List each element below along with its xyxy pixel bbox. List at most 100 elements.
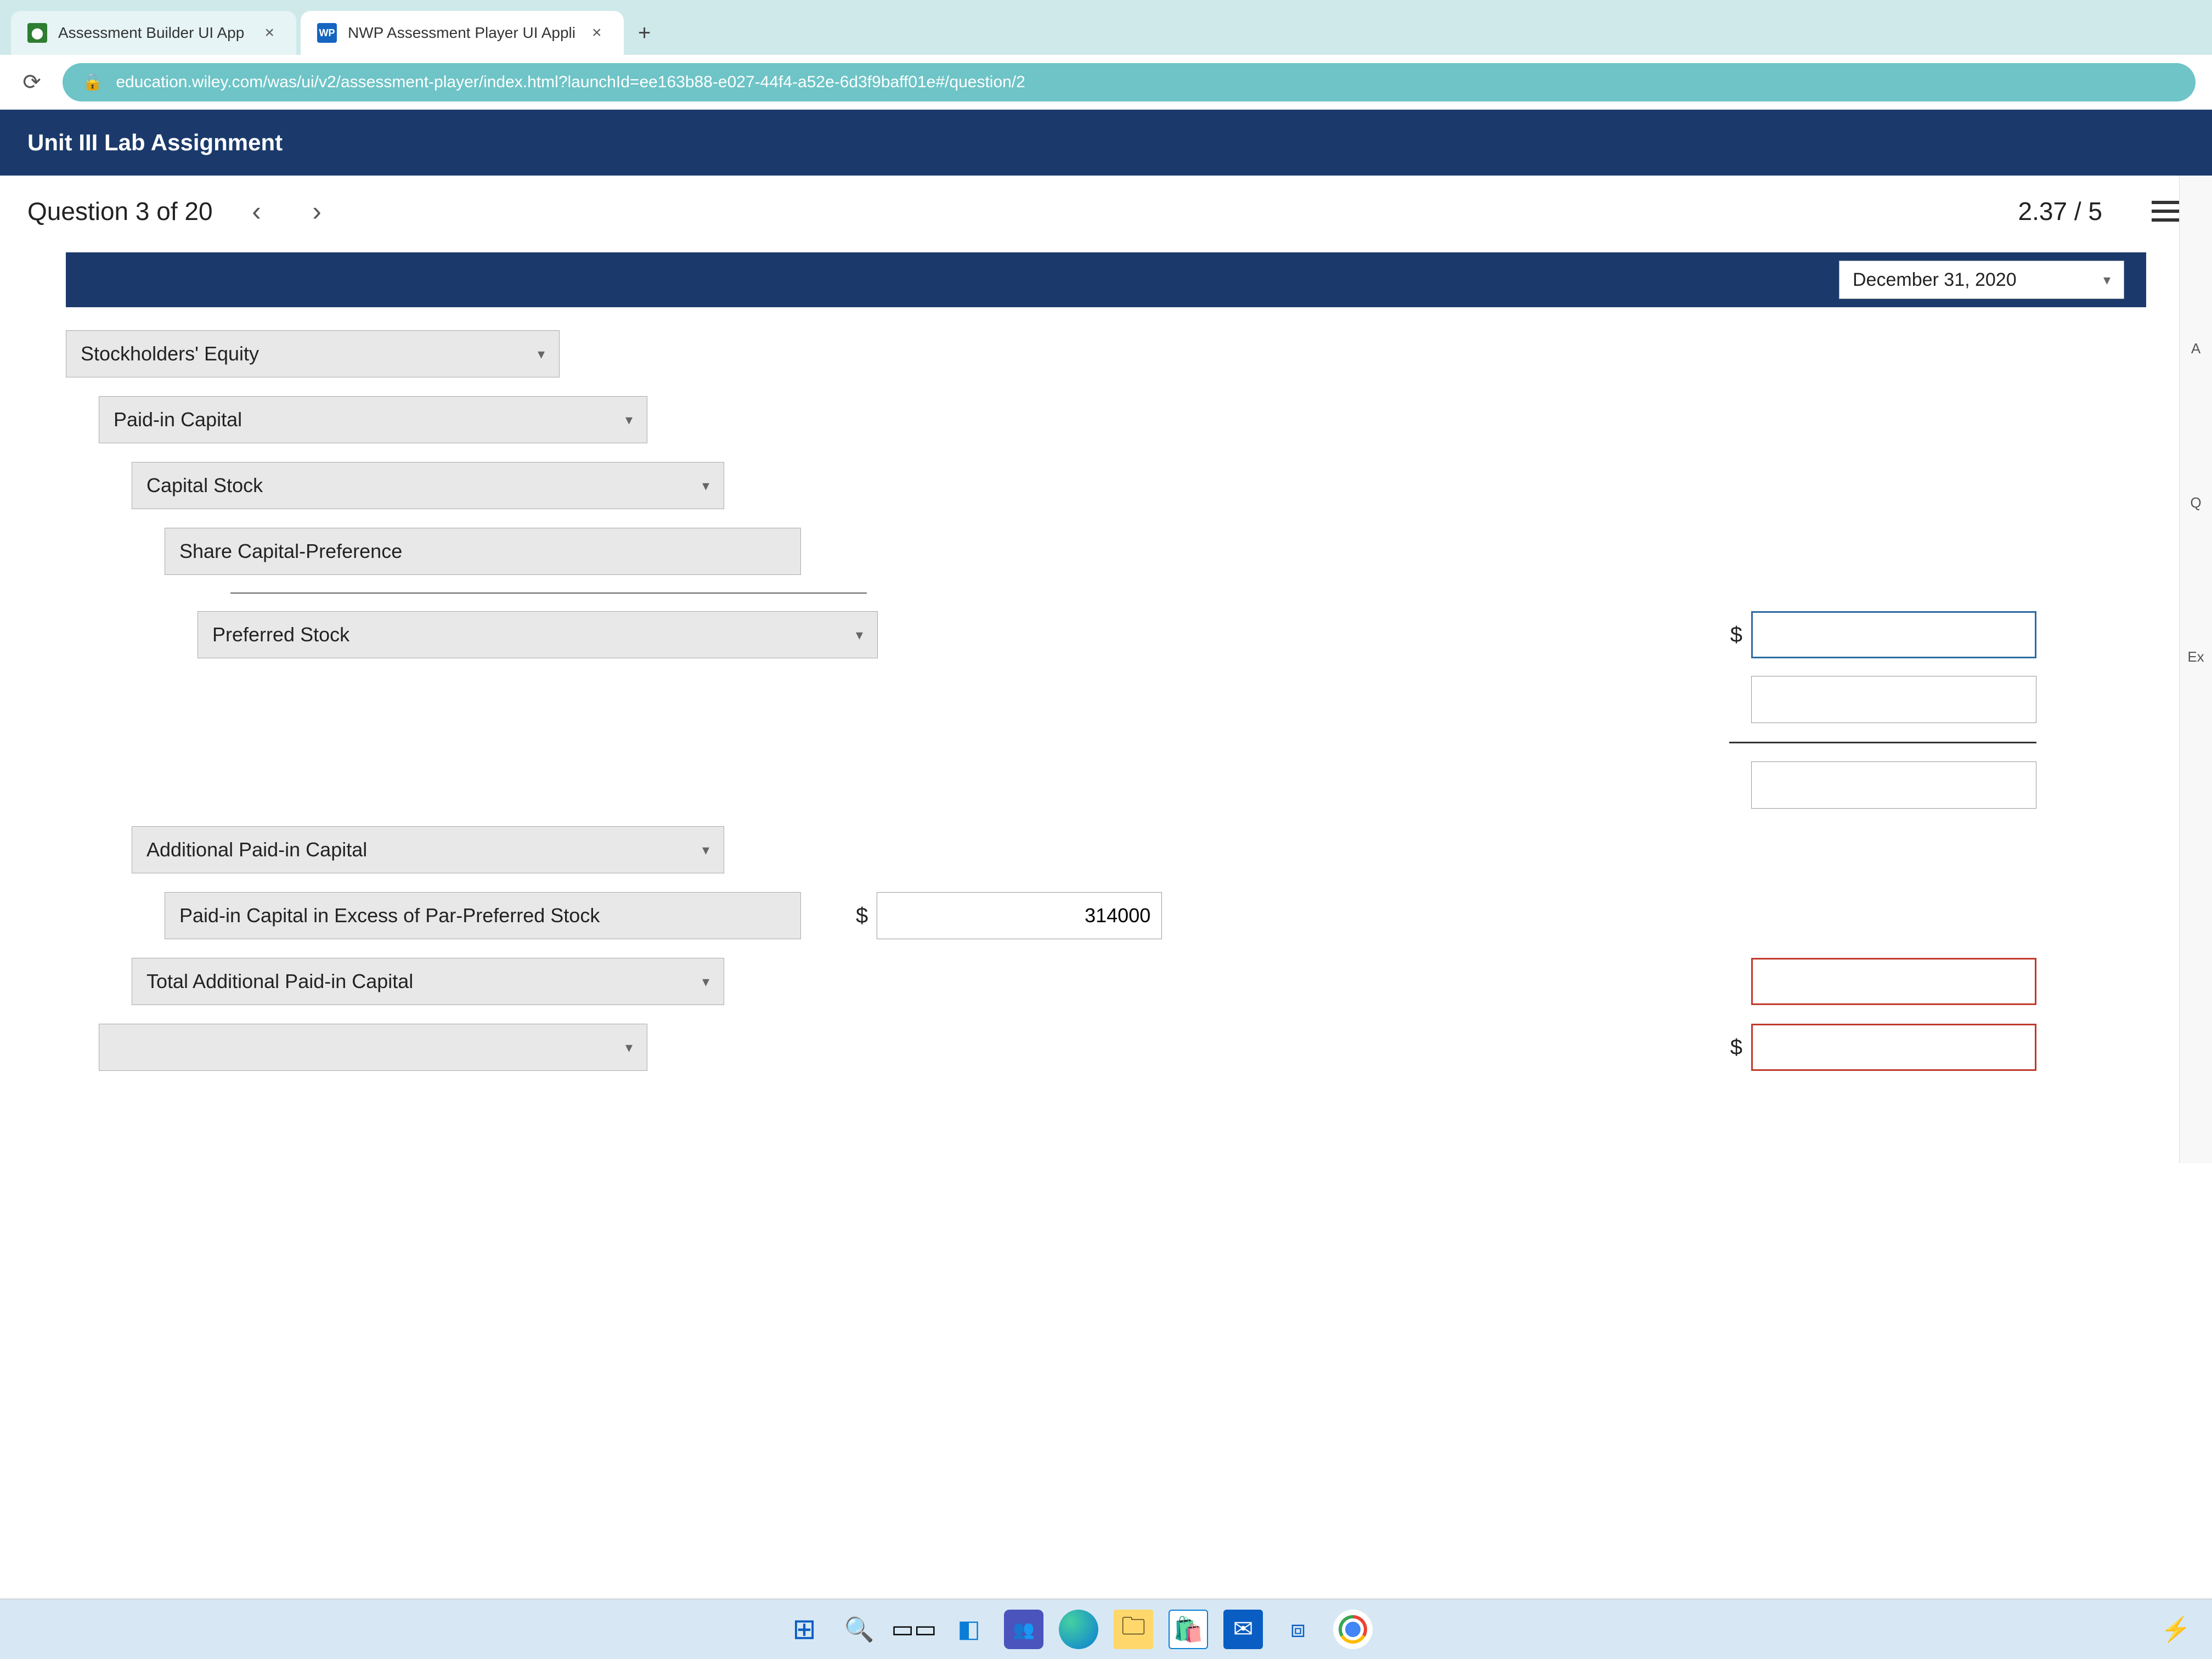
date-select[interactable]: December 31, 2020 ▾: [1839, 261, 2124, 299]
account-select[interactable]: ▾: [99, 1024, 647, 1071]
row-share-capital-preference: Share Capital-Preference ▾: [66, 527, 2146, 576]
account-select[interactable]: Share Capital-Preference ▾: [165, 528, 801, 575]
date-value: December 31, 2020: [1853, 269, 2017, 291]
url-input[interactable]: 🔒 education.wiley.com/was/ui/v2/assessme…: [63, 63, 2196, 101]
next-question-button[interactable]: ›: [301, 195, 334, 228]
amount-input-excess-par[interactable]: [877, 892, 1162, 939]
teams-button[interactable]: 👥: [1004, 1610, 1043, 1649]
chevron-left-icon: ‹: [252, 195, 261, 227]
bolt-icon: ⚡: [2161, 1615, 2191, 1644]
account-select[interactable]: Stockholders' Equity ▾: [66, 330, 560, 377]
close-icon[interactable]: ×: [586, 21, 607, 44]
amount-group: $: [1730, 611, 2036, 658]
widgets-icon: ◧: [957, 1615, 980, 1643]
dollar-sign: $: [1730, 1035, 1742, 1060]
question-bar: Question 3 of 20 ‹ › 2.37 / 5: [0, 176, 2212, 247]
account-select[interactable]: Paid-in Capital ▾: [99, 396, 647, 443]
dollar-sign: $: [1730, 623, 1742, 647]
amount-group: $: [1730, 1024, 2036, 1071]
account-label: Stockholders' Equity: [81, 342, 259, 365]
row-paid-in-excess-par: Paid-in Capital in Excess of Par-Preferr…: [66, 891, 2146, 940]
folder-icon: 🗀: [1121, 1609, 1146, 1650]
account-select[interactable]: Total Additional Paid-in Capital ▾: [132, 958, 724, 1005]
chrome-button[interactable]: [1333, 1610, 1373, 1649]
amount-group: [1751, 958, 2036, 1005]
start-button[interactable]: ⊞: [785, 1610, 824, 1649]
row-capital-stock: Capital Stock ▾: [66, 461, 2146, 510]
account-select[interactable]: Preferred Stock ▾: [198, 611, 878, 658]
dropbox-button[interactable]: ⧈: [1278, 1610, 1318, 1649]
chevron-down-icon: ▾: [702, 842, 709, 859]
row-total-additional-paid-in: Total Additional Paid-in Capital ▾: [66, 957, 2146, 1006]
search-icon: 🔍: [844, 1615, 874, 1644]
chevron-down-icon: ▾: [625, 411, 633, 428]
lock-icon: 🔒: [82, 72, 103, 92]
amount-input-preferred-stock[interactable]: [1751, 611, 2036, 658]
account-select[interactable]: Additional Paid-in Capital ▾: [132, 826, 724, 873]
tab-label: NWP Assessment Player UI Appli: [348, 24, 575, 42]
row-additional-paid-in-capital: Additional Paid-in Capital ▾: [66, 825, 2146, 874]
amount-input-subtotal-2[interactable]: [1751, 761, 2036, 809]
worksheet-rows: Stockholders' Equity ▾ Paid-in Capital ▾…: [66, 329, 2146, 1072]
account-select[interactable]: Paid-in Capital in Excess of Par-Preferr…: [165, 892, 801, 939]
reload-button[interactable]: ⟳: [16, 67, 47, 98]
dropbox-icon: ⧈: [1290, 1616, 1306, 1643]
new-tab-button[interactable]: +: [628, 16, 661, 49]
account-label: Paid-in Capital in Excess of Par-Preferr…: [179, 904, 600, 927]
account-select[interactable]: Capital Stock ▾: [132, 462, 724, 509]
account-label: Share Capital-Preference: [179, 540, 402, 563]
tray-item[interactable]: ⚡: [2156, 1610, 2196, 1649]
chevron-down-icon: ▾: [856, 627, 863, 644]
amount-input-subtotal[interactable]: [1751, 676, 2036, 723]
chevron-right-icon: ›: [312, 195, 321, 227]
account-label: Paid-in Capital: [114, 408, 242, 431]
tab-assessment-builder[interactable]: ⬤ Assessment Builder UI App ×: [11, 11, 296, 55]
task-view-icon: ▭▭: [891, 1615, 936, 1643]
chevron-down-icon: ▾: [625, 1039, 633, 1056]
amount-group: [1751, 761, 2036, 809]
chevron-down-icon: ▾: [2103, 272, 2111, 289]
favicon-builder-icon: ⬤: [27, 23, 47, 43]
favicon-player-icon: WP: [317, 23, 337, 43]
teams-icon: 👥: [1013, 1619, 1035, 1640]
edge-button[interactable]: [1059, 1610, 1098, 1649]
widgets-button[interactable]: ◧: [949, 1610, 989, 1649]
total-line-row: [66, 740, 2146, 745]
plus-icon: +: [638, 21, 651, 46]
tab-label: Assessment Builder UI App: [58, 24, 244, 42]
store-button[interactable]: 🛍️: [1169, 1610, 1208, 1649]
row-stockholders-equity: Stockholders' Equity ▾: [66, 329, 2146, 379]
account-label: Preferred Stock: [212, 623, 349, 646]
account-label: Capital Stock: [146, 474, 263, 497]
file-explorer-button[interactable]: 🗀: [1114, 1610, 1153, 1649]
amount-input-total[interactable]: [1751, 1024, 2036, 1071]
amount-group: $: [856, 892, 1162, 939]
subtotal-row-2: [66, 761, 2146, 809]
amount-input-total-additional[interactable]: [1751, 958, 2036, 1005]
task-view-button[interactable]: ▭▭: [894, 1610, 934, 1649]
worksheet: December 31, 2020 ▾ Stockholders' Equity…: [0, 247, 2212, 1599]
account-label: Total Additional Paid-in Capital: [146, 970, 413, 993]
taskbar-center: ⊞ 🔍 ▭▭ ◧ 👥 🗀 🛍️ ✉: [785, 1610, 1373, 1649]
close-icon[interactable]: ×: [259, 21, 280, 44]
subtotal-row: [66, 676, 2146, 723]
account-label: Additional Paid-in Capital: [146, 838, 367, 861]
tab-strip: ⬤ Assessment Builder UI App × WP NWP Ass…: [0, 0, 2212, 55]
question-score: 2.37 / 5: [2018, 196, 2102, 226]
prev-question-button[interactable]: ‹: [240, 195, 273, 228]
reload-icon: ⟳: [22, 70, 41, 95]
address-bar: ⟳ 🔒 education.wiley.com/was/ui/v2/assess…: [0, 55, 2212, 110]
search-button[interactable]: 🔍: [839, 1610, 879, 1649]
tab-assessment-player[interactable]: WP NWP Assessment Player UI Appli ×: [301, 11, 624, 55]
assignment-header: Unit III Lab Assignment: [0, 110, 2212, 176]
chevron-down-icon: ▾: [702, 477, 709, 494]
divider: [230, 592, 867, 594]
url-text: education.wiley.com/was/ui/v2/assessment…: [116, 73, 1025, 92]
right-panel-sliver: A Q Ex: [2179, 176, 2212, 1163]
underline: [1729, 742, 2036, 743]
chevron-down-icon: ▾: [538, 346, 545, 363]
row-paid-in-capital: Paid-in Capital ▾: [66, 395, 2146, 444]
mail-button[interactable]: ✉: [1223, 1610, 1263, 1649]
dollar-sign: $: [856, 904, 868, 928]
sliver-label: Q: [2190, 494, 2201, 511]
